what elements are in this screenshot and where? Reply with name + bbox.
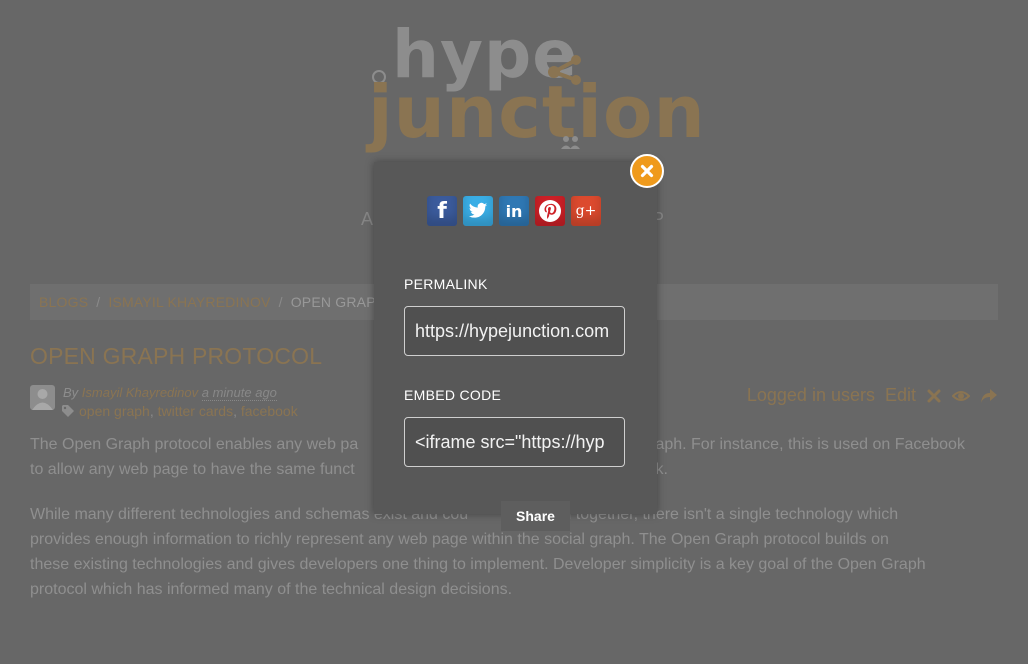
user-silhouette-icon xyxy=(32,389,53,410)
tag-link[interactable]: facebook xyxy=(241,403,298,419)
social-share-buttons: f in g+ xyxy=(427,196,601,226)
pinterest-icon xyxy=(539,200,561,222)
paragraph-text: The Open Graph protocol enables any web … xyxy=(30,436,359,453)
tag-link[interactable]: twitter cards xyxy=(158,403,233,419)
edit-link[interactable]: Edit xyxy=(885,385,916,406)
logo-text-junction: junction xyxy=(368,70,706,154)
breadcrumb-item-author[interactable]: ISMAYIL KHAYREDINOV xyxy=(108,294,270,310)
share-modal: f in g+ PERMALINK EMBED CODE xyxy=(374,162,657,514)
delete-icon[interactable] xyxy=(926,388,942,404)
post-byline: By Ismayil Khayredinov a minute ago xyxy=(63,385,277,401)
share-modal-title: Share xyxy=(501,501,570,531)
paragraph-text: to allow any web page to have the same f… xyxy=(30,461,355,478)
linkedin-share-button[interactable]: in xyxy=(499,196,529,226)
facebook-share-button[interactable]: f xyxy=(427,196,457,226)
by-label: By xyxy=(63,385,79,400)
google-plus-share-button[interactable]: g+ xyxy=(571,196,601,226)
share-arrow-icon[interactable] xyxy=(980,388,998,404)
close-button[interactable] xyxy=(630,154,664,188)
tagline-fragment-left: A xyxy=(361,209,374,229)
paragraph-text: provides enough information to richly re… xyxy=(30,531,889,548)
author-link[interactable]: Ismayil Khayredinov xyxy=(82,385,198,400)
pinterest-share-button[interactable] xyxy=(535,196,565,226)
site-logo[interactable]: hype junction xyxy=(368,16,705,154)
breadcrumb-separator: / xyxy=(96,294,101,310)
paragraph-text: protocol which has informed many of the … xyxy=(30,581,513,598)
tag-link[interactable]: open graph xyxy=(79,403,150,419)
eye-icon[interactable] xyxy=(952,388,970,404)
permalink-field[interactable] xyxy=(404,306,625,356)
close-icon xyxy=(640,164,654,178)
twitter-share-button[interactable] xyxy=(463,196,493,226)
post-tags: open graph, twitter cards, facebook xyxy=(62,403,298,419)
breadcrumb-item-blogs[interactable]: BLOGS xyxy=(39,294,88,310)
avatar[interactable] xyxy=(30,385,55,410)
access-level[interactable]: Logged in users xyxy=(747,385,875,406)
post-actions: Logged in users Edit xyxy=(747,385,998,406)
post-title: OPEN GRAPH PROTOCOL xyxy=(30,343,323,369)
linkedin-icon: in xyxy=(505,201,523,221)
google-plus-icon: g+ xyxy=(575,203,597,219)
post-time: a minute ago xyxy=(201,385,277,401)
facebook-icon: f xyxy=(437,198,447,224)
embed-code-label: EMBED CODE xyxy=(404,387,502,403)
breadcrumb-current: OPEN GRAPH xyxy=(290,294,387,310)
embed-code-field[interactable] xyxy=(404,417,625,467)
tag-icon xyxy=(62,405,74,417)
paragraph-text: graph. For instance, this is used on Fac… xyxy=(641,436,965,453)
paragraph-text: these existing technologies and gives de… xyxy=(30,556,926,573)
permalink-label: PERMALINK xyxy=(404,276,488,292)
breadcrumb-separator: / xyxy=(278,294,283,310)
people-icon xyxy=(561,136,580,149)
twitter-icon xyxy=(468,202,488,218)
